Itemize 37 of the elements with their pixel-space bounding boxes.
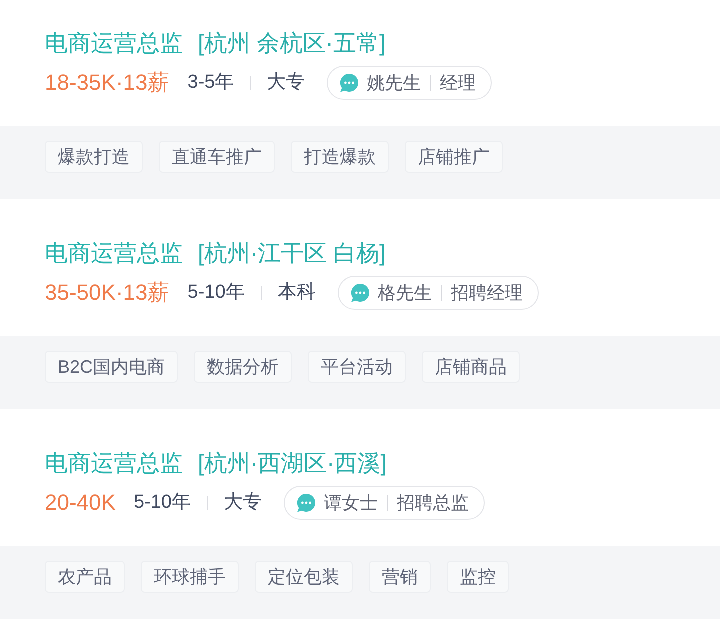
experience-requirement: 5-10年 (134, 491, 191, 515)
skill-tag: B2C国内电商 (45, 351, 178, 383)
recruiter-name: 姚先生 (367, 72, 422, 95)
skill-tag: 平台活动 (308, 351, 406, 383)
education-requirement: 大专 (267, 71, 306, 95)
job-location: [杭州 余杭区·五常] (198, 29, 386, 57)
recruiter-role: 经理 (440, 72, 476, 95)
skill-tag: 农产品 (45, 561, 125, 593)
recruiter-chat-button[interactable]: 格先生 招聘经理 (338, 276, 539, 310)
recruiter-name: 谭女士 (324, 492, 378, 515)
recruiter-name: 格先生 (378, 282, 432, 305)
education-requirement: 本科 (278, 281, 316, 305)
experience-requirement: 3-5年 (188, 71, 234, 95)
recruiter-role: 招聘经理 (450, 282, 523, 305)
job-location: [杭州·江干区 白杨] (198, 239, 386, 267)
skill-tag: 直通车推广 (159, 141, 275, 173)
skill-tag: 监控 (447, 561, 509, 593)
skill-tag: 营销 (369, 561, 431, 593)
skill-tag: 定位包装 (255, 561, 353, 593)
skill-tag: 数据分析 (194, 351, 292, 383)
chat-bubble-icon (339, 73, 360, 93)
recruiter-chat-button[interactable]: 姚先生 经理 (327, 66, 492, 100)
salary-range: 18-35K·13薪 (45, 69, 170, 97)
chat-bubble-icon (296, 493, 317, 513)
education-requirement: 大专 (224, 491, 262, 515)
skill-tag: 店铺推广 (405, 141, 503, 173)
chat-bubble-icon (350, 283, 371, 303)
skill-tag: 打造爆款 (291, 141, 389, 173)
skill-tag: 环球捕手 (141, 561, 239, 593)
skill-tag: 店铺商品 (422, 351, 520, 383)
recruiter-chat-button[interactable]: 谭女士 招聘总监 (284, 486, 485, 520)
skill-tag: 爆款打造 (45, 141, 143, 173)
salary-range: 20-40K (45, 489, 116, 517)
salary-range: 35-50K·13薪 (45, 279, 170, 307)
experience-requirement: 5-10年 (188, 281, 245, 305)
job-location: [杭州·西湖区·西溪] (198, 449, 388, 477)
recruiter-role: 招聘总监 (396, 492, 469, 515)
